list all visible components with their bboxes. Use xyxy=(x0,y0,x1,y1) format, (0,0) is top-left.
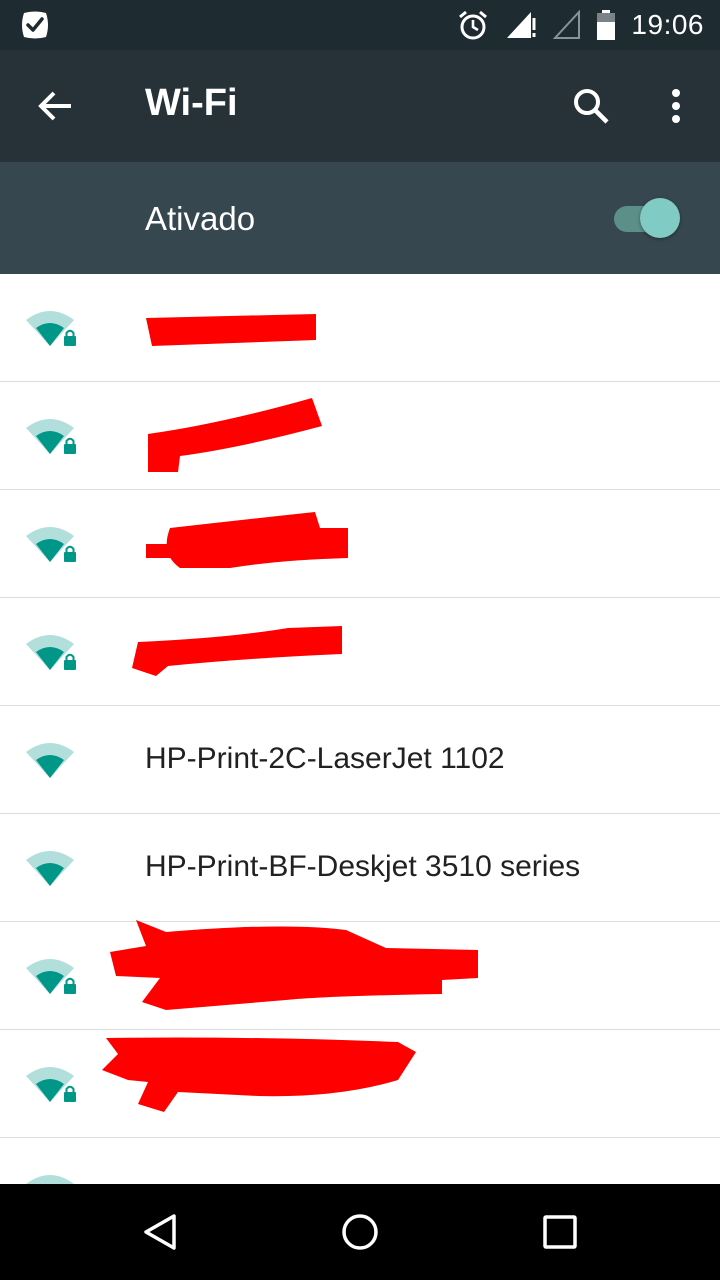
network-list: HP-Print-2C-LaserJet 1102 HP-Print-BF-De… xyxy=(0,274,720,1184)
wifi-open-icon xyxy=(26,851,74,886)
network-ssid: HP-Print-2C-LaserJet 1102 xyxy=(145,742,505,775)
wifi-toggle[interactable] xyxy=(612,198,682,238)
clock: 19:06 xyxy=(631,9,704,40)
network-item[interactable] xyxy=(0,274,720,382)
redaction-mark xyxy=(110,920,478,1010)
wifi-locked-icon xyxy=(26,527,76,562)
network-item[interactable]: HP-Print-BF-Deskjet 3510 series xyxy=(0,814,720,922)
app-bar: Wi-Fi xyxy=(0,50,720,162)
arrow-back-icon xyxy=(38,91,71,121)
wifi-open-icon xyxy=(26,1175,74,1184)
page-title: Wi-Fi xyxy=(145,82,238,124)
network-item[interactable] xyxy=(0,920,720,1030)
battery-icon xyxy=(597,10,616,40)
redaction-mark xyxy=(148,398,322,472)
navigation-bar xyxy=(0,1184,720,1280)
status-bar: 19:06 xyxy=(0,0,720,50)
network-item[interactable] xyxy=(0,1030,720,1138)
back-button[interactable] xyxy=(24,78,88,134)
network-item[interactable] xyxy=(0,598,720,706)
signal-icon xyxy=(507,12,536,38)
redaction-mark xyxy=(102,1037,416,1112)
more-options-button[interactable] xyxy=(652,80,700,132)
network-item[interactable] xyxy=(0,382,720,490)
switch-label: Ativado xyxy=(145,200,256,237)
search-button[interactable] xyxy=(565,80,617,132)
wifi-master-switch-bar[interactable]: Ativado xyxy=(0,162,720,274)
wifi-locked-icon xyxy=(26,419,76,454)
search-icon xyxy=(574,89,609,124)
wifi-locked-icon xyxy=(26,959,76,994)
nav-home-button[interactable] xyxy=(336,1208,384,1256)
home-circle-icon xyxy=(342,1214,378,1250)
redaction-mark xyxy=(132,626,342,676)
signal-empty-icon xyxy=(553,10,581,39)
network-item[interactable] xyxy=(0,490,720,598)
nav-back-button[interactable] xyxy=(136,1208,184,1256)
wifi-locked-icon xyxy=(26,635,76,670)
wifi-locked-icon xyxy=(26,311,76,346)
network-ssid: HP-Print-BF-Deskjet 3510 series xyxy=(145,850,581,883)
redaction-mark xyxy=(146,314,316,346)
back-triangle-icon xyxy=(144,1214,176,1250)
toggle-thumb xyxy=(640,198,680,238)
network-item[interactable]: HP-Print-2C-LaserJet 1102 xyxy=(0,706,720,814)
recents-square-icon xyxy=(543,1215,577,1249)
network-item[interactable] xyxy=(0,1138,720,1184)
wifi-open-icon xyxy=(26,743,74,778)
redaction-mark xyxy=(146,512,348,568)
nav-recents-button[interactable] xyxy=(536,1208,584,1256)
more-vert-icon xyxy=(672,89,680,123)
wifi-locked-icon xyxy=(26,1067,76,1102)
notification-app-icon xyxy=(22,11,48,39)
alarm-icon xyxy=(459,10,488,40)
status-icons: 19:06 xyxy=(457,0,704,50)
